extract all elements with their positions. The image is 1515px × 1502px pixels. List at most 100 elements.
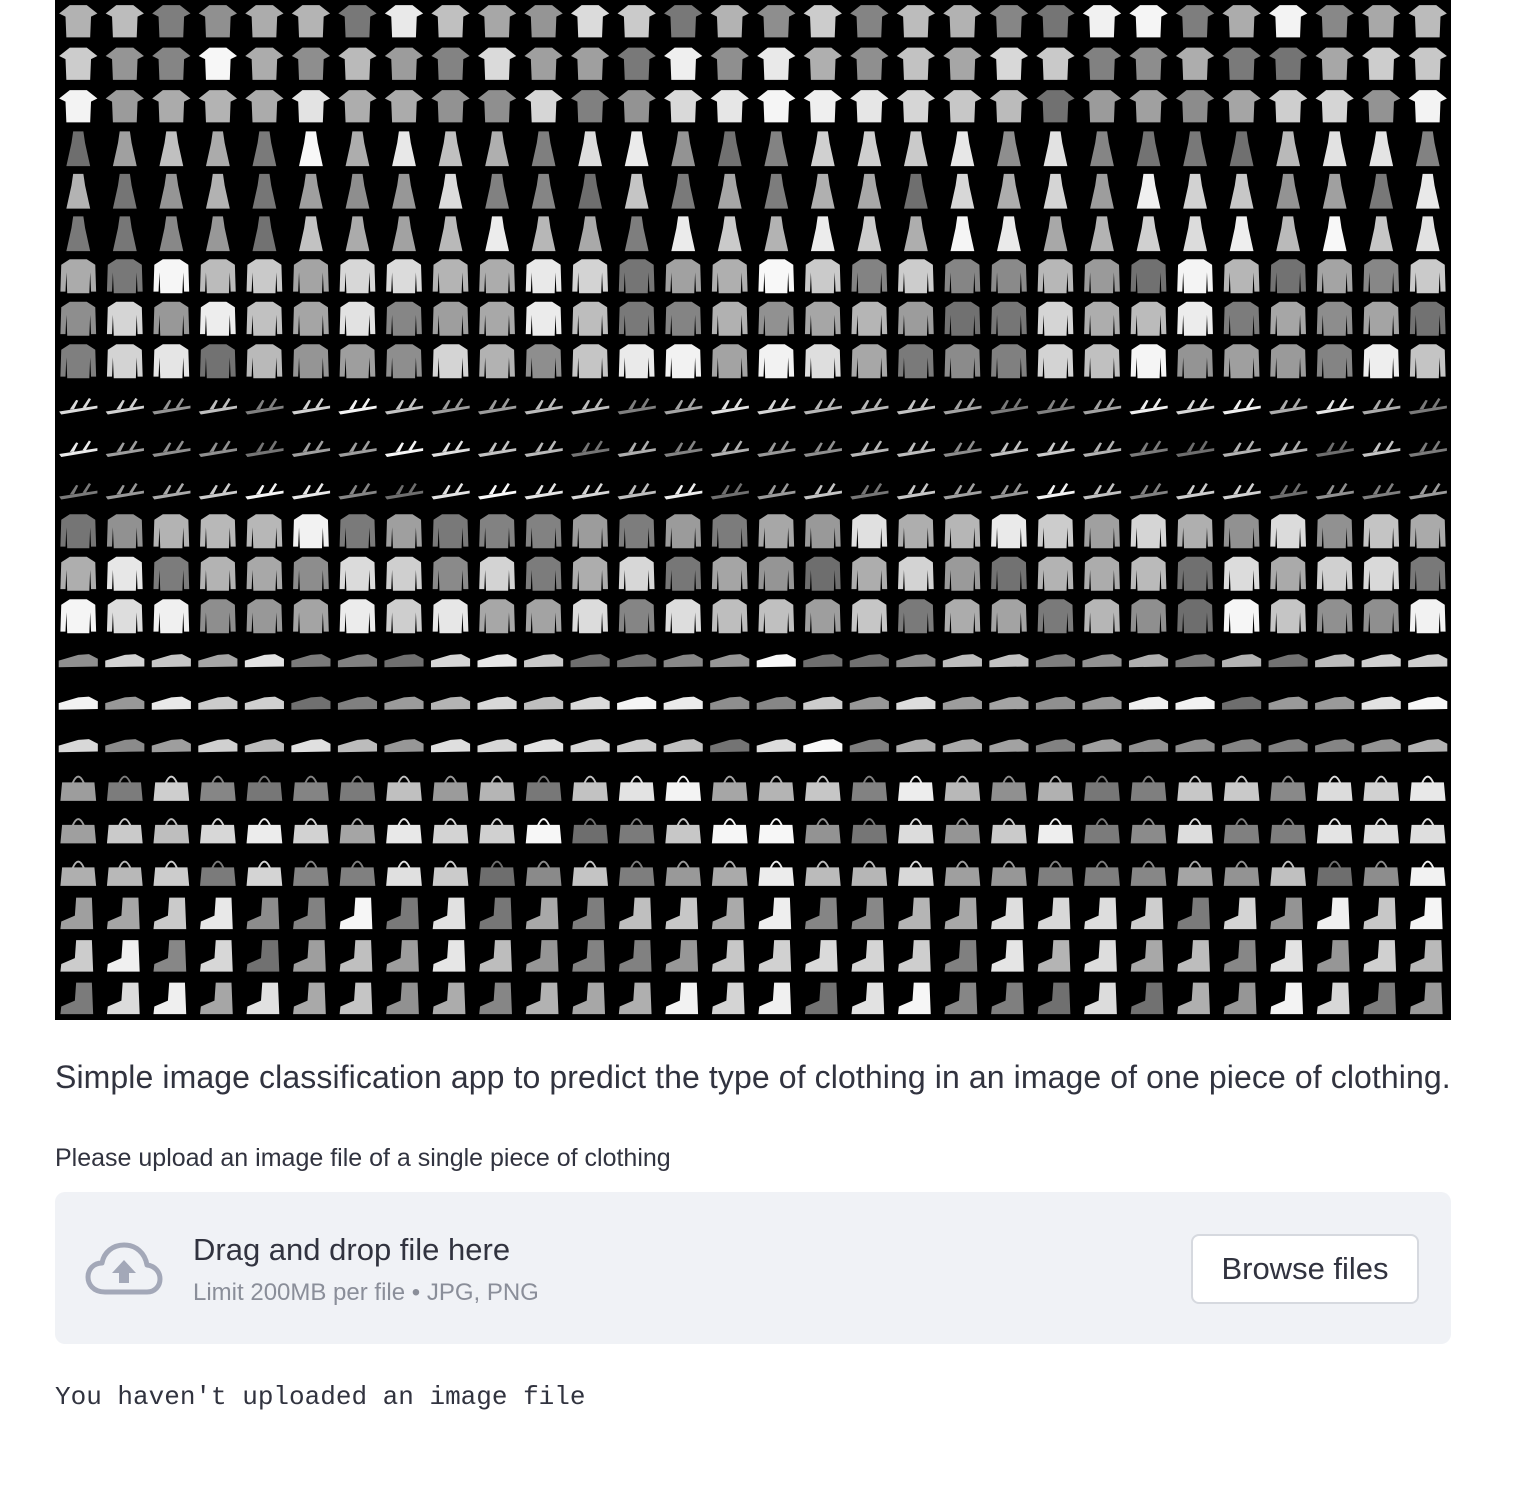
clothing-thumbnail [665, 514, 702, 549]
clothing-thumbnail [711, 301, 748, 336]
clothing-thumbnail [1043, 216, 1068, 252]
clothing-thumbnail [431, 90, 470, 123]
clothing-thumbnail [1409, 259, 1446, 294]
clothing-thumbnail [525, 775, 562, 801]
clothing-thumbnail [477, 739, 517, 753]
clothing-thumbnail [479, 344, 515, 379]
clothing-thumbnail [153, 301, 190, 336]
clothing-thumbnail [1408, 696, 1448, 710]
clothing-thumbnail [1037, 897, 1071, 930]
clothing-thumbnail [1175, 696, 1215, 710]
clothing-thumbnail [60, 897, 94, 930]
clothing-thumbnail [252, 216, 277, 252]
clothing-thumbnail [1408, 397, 1447, 415]
clothing-thumbnail [337, 739, 378, 753]
clothing-thumbnail [1037, 940, 1071, 972]
clothing-thumbnail [898, 982, 931, 1015]
clothing-thumbnail [1177, 775, 1213, 801]
clothing-thumbnail [432, 514, 469, 549]
clothing-thumbnail [386, 556, 422, 591]
file-dropzone[interactable]: Drag and drop file here Limit 200MB per … [55, 1192, 1451, 1344]
clothing-thumbnail [710, 696, 750, 710]
clothing-thumbnail [804, 556, 841, 591]
clothing-thumbnail [943, 482, 982, 500]
clothing-thumbnail [1268, 397, 1308, 415]
clothing-thumbnail [665, 860, 702, 886]
clothing-thumbnail [105, 5, 144, 38]
clothing-thumbnail [291, 5, 331, 38]
clothing-thumbnail [758, 775, 795, 801]
clothing-thumbnail [205, 173, 230, 209]
clothing-thumbnail [857, 216, 882, 252]
clothing-thumbnail [1363, 775, 1400, 801]
clothing-thumbnail [1084, 897, 1117, 930]
clothing-thumbnail [1177, 599, 1213, 634]
clothing-thumbnail [665, 818, 702, 844]
clothing-thumbnail [572, 860, 608, 886]
clothing-thumbnail [665, 897, 699, 930]
clothing-thumbnail [339, 556, 376, 591]
clothing-thumbnail [246, 259, 283, 294]
clothing-thumbnail [1415, 131, 1440, 167]
clothing-thumbnail [896, 696, 936, 710]
clothing-thumbnail [1315, 739, 1355, 753]
clothing-thumbnail [1222, 654, 1262, 668]
clothing-thumbnail [850, 47, 889, 80]
clothing-thumbnail [1084, 940, 1117, 972]
clothing-thumbnail [1036, 482, 1075, 500]
clothing-thumbnail [851, 982, 885, 1015]
clothing-thumbnail [438, 216, 463, 252]
clothing-thumbnail [432, 599, 469, 634]
clothing-thumbnail [578, 131, 603, 167]
clothing-thumbnail [524, 47, 563, 80]
clothing-thumbnail [291, 397, 331, 415]
clothing-thumbnail [756, 739, 796, 753]
clothing-thumbnail [803, 5, 842, 38]
clothing-thumbnail [896, 440, 936, 458]
clothing-thumbnail [1363, 860, 1400, 886]
clothing-thumbnail [944, 344, 981, 379]
clothing-thumbnail [112, 173, 137, 209]
clothing-thumbnail [479, 860, 515, 886]
clothing-thumbnail [711, 259, 748, 294]
clothing-thumbnail [106, 860, 143, 886]
clothing-thumbnail [524, 397, 563, 415]
clothing-thumbnail [710, 90, 749, 123]
clothing-thumbnail [572, 775, 608, 801]
clothing-thumbnail [246, 599, 283, 634]
clothing-thumbnail [525, 259, 562, 294]
clothing-thumbnail [804, 982, 838, 1015]
clothing-thumbnail [898, 818, 934, 844]
clothing-thumbnail [1270, 259, 1306, 294]
clothing-thumbnail [989, 90, 1029, 123]
clothing-thumbnail [244, 654, 284, 668]
clothing-thumbnail [764, 216, 789, 252]
clothing-thumbnail [152, 482, 191, 500]
clothing-thumbnail [432, 344, 469, 379]
clothing-thumbnail [345, 131, 370, 167]
clothing-thumbnail [291, 654, 331, 668]
browse-files-button[interactable]: Browse files [1191, 1234, 1419, 1304]
clothing-thumbnail [989, 47, 1029, 80]
clothing-thumbnail [851, 897, 885, 930]
clothing-thumbnail [1036, 5, 1075, 38]
clothing-thumbnail [1276, 131, 1301, 167]
clothing-thumbnail [1175, 90, 1215, 123]
clothing-thumbnail [1315, 397, 1354, 415]
clothing-thumbnail [293, 897, 326, 930]
clothing-thumbnail [245, 482, 284, 500]
clothing-thumbnail [1223, 344, 1260, 379]
clothing-thumbnail [1363, 344, 1400, 379]
clothing-thumbnail [1130, 514, 1167, 549]
clothing-thumbnail [617, 5, 656, 38]
clothing-thumbnail [618, 556, 655, 591]
clothing-thumbnail [479, 514, 515, 549]
clothing-thumbnail [756, 696, 796, 710]
clothing-thumbnail [758, 599, 795, 634]
clothing-thumbnail [477, 440, 517, 458]
clothing-thumbnail [898, 860, 934, 886]
clothing-thumbnail [618, 259, 655, 294]
clothing-thumbnail [384, 397, 424, 415]
clothing-thumbnail [1035, 654, 1076, 668]
clothing-thumbnail [665, 982, 699, 1015]
